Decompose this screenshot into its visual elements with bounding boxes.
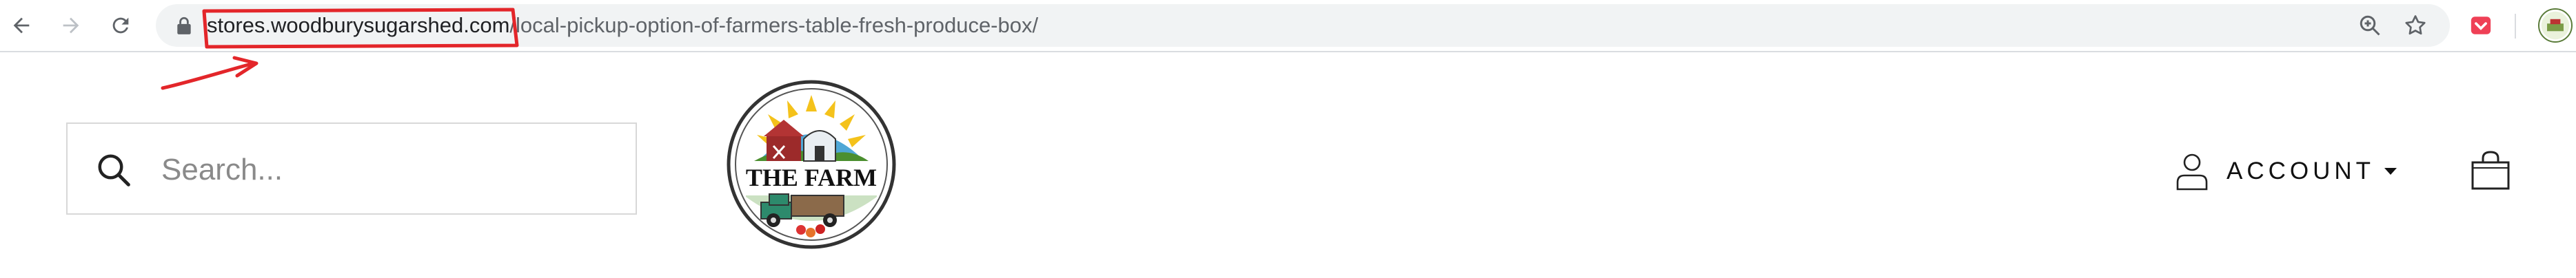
toolbar-separator <box>2515 14 2516 39</box>
search-input[interactable] <box>160 145 618 195</box>
reload-icon <box>112 17 129 34</box>
address-bar[interactable]: stores.woodburysugarshed.com/local-picku… <box>156 4 2450 47</box>
star-icon[interactable] <box>2403 13 2428 38</box>
logo-text: THE FARM <box>746 164 877 191</box>
user-icon <box>2176 153 2208 191</box>
shopping-bag-icon[interactable] <box>2471 150 2511 191</box>
pocket-extension-button[interactable] <box>2466 11 2495 40</box>
arrow-right-icon <box>63 17 79 34</box>
url-text[interactable]: stores.woodburysugarshed.com/local-picku… <box>207 4 1038 47</box>
lock-icon <box>177 17 191 34</box>
back-button[interactable] <box>6 10 37 41</box>
url-path: /local-pickup-option-of-farmers-table-fr… <box>509 13 1039 37</box>
account-menu[interactable]: ACCOUNT <box>2176 147 2397 195</box>
search-icon <box>98 154 130 186</box>
the-farm-logo[interactable]: THE FARM <box>727 80 896 249</box>
url-host: stores.woodburysugarshed.com <box>207 13 510 37</box>
forward-button[interactable] <box>55 10 87 41</box>
pocket-extension-icon <box>2471 17 2491 34</box>
annotation-arrow <box>161 61 256 90</box>
account-label: ACCOUNT <box>2227 158 2375 184</box>
browser-toolbar: stores.woodburysugarshed.com/local-picku… <box>0 0 2576 52</box>
annotation-arrowhead <box>232 56 258 78</box>
search-box[interactable] <box>66 122 637 215</box>
profile-avatar-icon[interactable] <box>2538 8 2573 43</box>
arrow-left-icon <box>13 17 30 34</box>
zoom-icon[interactable] <box>2357 13 2382 38</box>
chevron-down-icon <box>2384 168 2397 175</box>
reload-button[interactable] <box>105 10 136 41</box>
